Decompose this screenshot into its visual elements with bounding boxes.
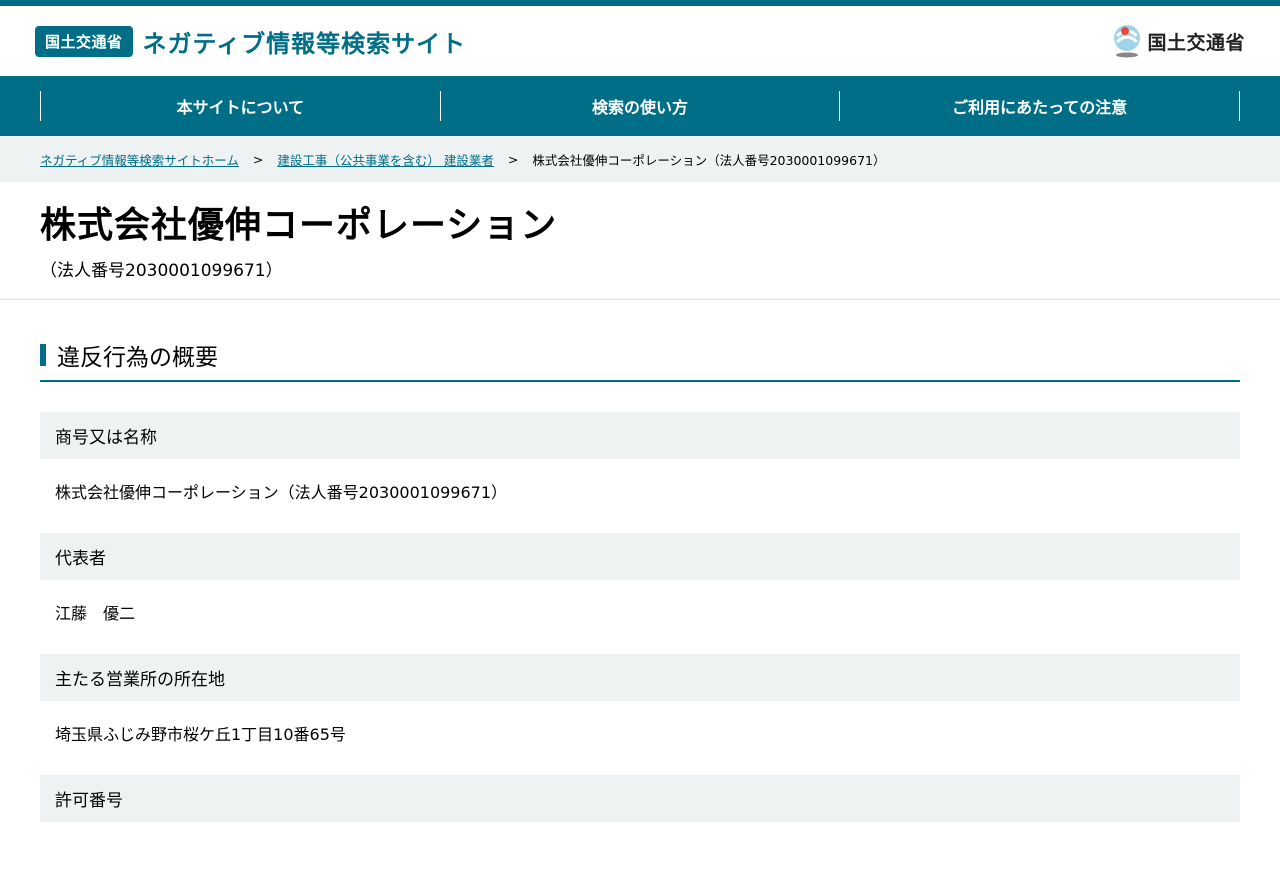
ministry-logo[interactable]: 国土交通省 (1111, 24, 1245, 58)
breadcrumb-category-link[interactable]: 建設工事（公共事業を含む） 建設業者 (277, 150, 493, 169)
field-value: 株式会社優伸コーポレーション（法人番号2030001099671） (55, 483, 508, 502)
field-license-number: 許可番号 (40, 775, 1240, 886)
site-header: 国土交通省 ネガティブ情報等検索サイト 国土交通省 (0, 6, 1280, 76)
field-label: 商号又は名称 (40, 412, 1240, 459)
ministry-name: 国土交通省 (1147, 31, 1245, 54)
nav-item-how-to-search[interactable]: 検索の使い方 (439, 91, 840, 121)
breadcrumb: ネガティブ情報等検索サイトホーム > 建設工事（公共事業を含む） 建設業者 > … (0, 136, 1280, 182)
field-value (40, 822, 1240, 886)
field-main-office-address: 主たる営業所の所在地 埼玉県ふじみ野市桜ケ丘1丁目10番65号 (40, 654, 1240, 765)
section-title-marker (40, 344, 46, 366)
page-heading: 株式会社優伸コーポレーション （法人番号2030001099671） (0, 182, 1280, 300)
site-brand[interactable]: 国土交通省 ネガティブ情報等検索サイト (35, 24, 466, 59)
section-title-text: 違反行為の概要 (57, 345, 218, 371)
field-value: 埼玉県ふじみ野市桜ケ丘1丁目10番65号 (55, 725, 346, 744)
section-title: 違反行為の概要 (40, 338, 1240, 382)
field-label: 代表者 (40, 533, 1240, 580)
site-title: ネガティブ情報等検索サイト (142, 29, 467, 58)
breadcrumb-current: 株式会社優伸コーポレーション（法人番号2030001099671） (532, 152, 886, 168)
ministry-emblem-icon (1114, 25, 1141, 58)
ministry-badge: 国土交通省 (35, 25, 133, 57)
page-title: 株式会社優伸コーポレーション (40, 205, 558, 246)
nav-item-notes[interactable]: ご利用にあたっての注意 (839, 91, 1241, 121)
nav-item-about[interactable]: 本サイトについて (40, 91, 440, 121)
main-nav: 本サイトについて 検索の使い方 ご利用にあたっての注意 (0, 76, 1280, 136)
breadcrumb-home-link[interactable]: ネガティブ情報等検索サイトホーム (40, 150, 239, 169)
field-value: 江藤 優二 (55, 604, 136, 623)
main-content: 違反行為の概要 商号又は名称 株式会社優伸コーポレーション（法人番号203000… (0, 300, 1280, 886)
field-representative: 代表者 江藤 優二 (40, 533, 1240, 644)
field-company-name: 商号又は名称 株式会社優伸コーポレーション（法人番号2030001099671） (40, 412, 1240, 523)
breadcrumb-separator: > (507, 151, 519, 167)
field-label: 許可番号 (40, 775, 1240, 822)
breadcrumb-separator: > (252, 151, 264, 167)
field-label: 主たる営業所の所在地 (40, 654, 1240, 701)
corporate-number: （法人番号2030001099671） (40, 261, 283, 281)
